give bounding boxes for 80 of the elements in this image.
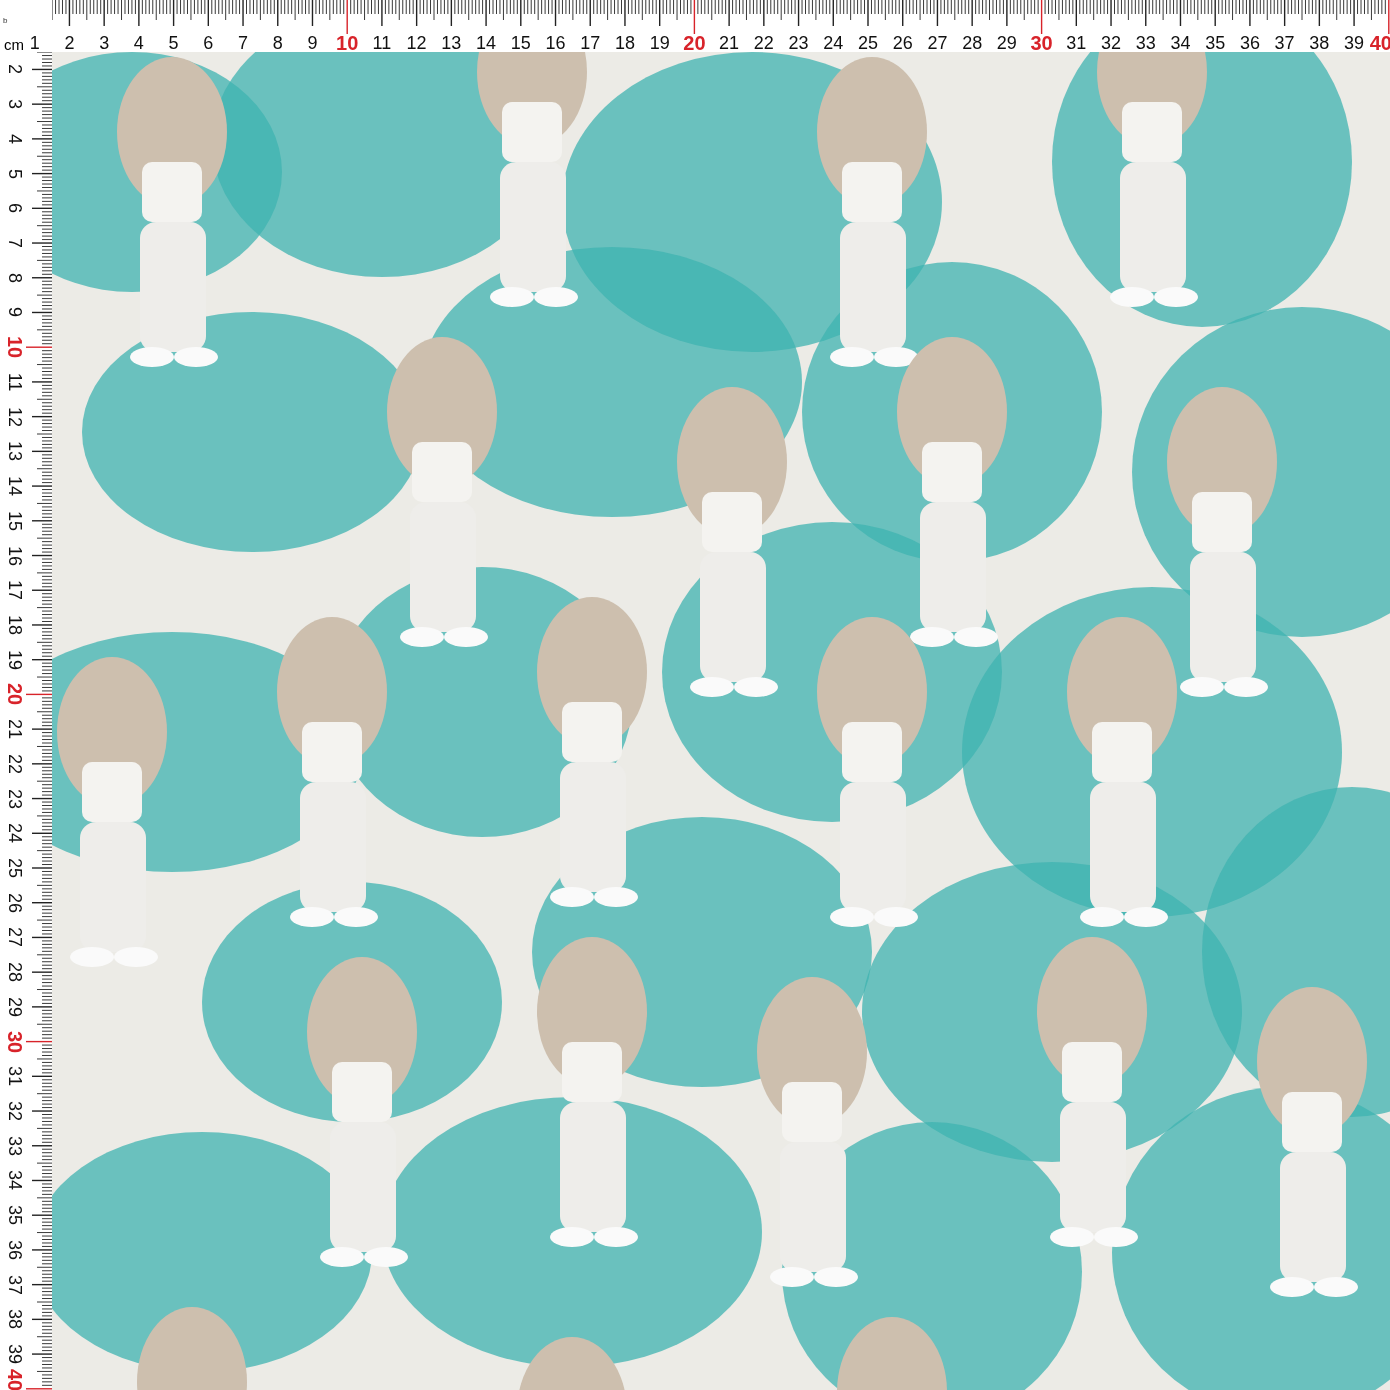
ruler-number: 36 — [6, 1238, 24, 1261]
ruler-number: 17 — [580, 34, 601, 52]
ruler-number: 29 — [6, 995, 24, 1018]
ruler-number: 22 — [753, 34, 774, 52]
ruler-number: 38 — [6, 1308, 24, 1331]
ruler-number: 20 — [683, 34, 706, 52]
ruler-number: 27 — [927, 34, 948, 52]
ruler-number: 13 — [441, 34, 462, 52]
ruler-number: 1 — [29, 34, 40, 52]
ruler-number: 9 — [6, 306, 24, 320]
ruler-number: 21 — [719, 34, 740, 52]
ruler-number: 3 — [6, 98, 24, 112]
ruler-number: 15 — [6, 509, 24, 532]
ruler-number: 4 — [6, 132, 24, 146]
ruler-number: 20 — [6, 683, 24, 706]
ruler-number: 19 — [649, 34, 670, 52]
ruler-number: 6 — [203, 34, 214, 52]
ruler-number: 38 — [1309, 34, 1330, 52]
ruler-number: 28 — [6, 961, 24, 984]
ruler-number: 23 — [788, 34, 809, 52]
ruler-number: 39 — [6, 1343, 24, 1366]
ruler-number: 40 — [6, 1368, 24, 1390]
ruler-number: 25 — [6, 857, 24, 879]
ruler-number: 26 — [6, 891, 24, 914]
ruler-number: 2 — [64, 34, 75, 52]
ruler-number: 24 — [823, 34, 844, 52]
ruler-number: 36 — [1239, 34, 1260, 52]
ruler-number: 14 — [6, 475, 24, 498]
ruler-number: 30 — [6, 1030, 24, 1053]
ruler-number: 12 — [6, 405, 24, 428]
ruler-number: 25 — [858, 34, 878, 52]
ruler-number: 21 — [6, 718, 24, 741]
ruler-number: 33 — [6, 1134, 24, 1157]
ruler-number: 18 — [614, 34, 635, 52]
ruler-number: 19 — [6, 648, 24, 671]
ruler-number: 27 — [6, 926, 24, 949]
ruler-number: 13 — [6, 440, 24, 463]
ruler-number: 23 — [6, 787, 24, 810]
ruler-number: 14 — [476, 34, 497, 52]
ruler-number: 33 — [1135, 34, 1156, 52]
ruler-number: 22 — [6, 752, 24, 775]
ruler-number: 7 — [6, 237, 24, 251]
ruler-number: 16 — [545, 34, 566, 52]
ruler-number: 18 — [6, 613, 24, 636]
ruler-number: 34 — [1170, 34, 1191, 52]
ruler-number: 30 — [1030, 34, 1053, 52]
ruler-number: 24 — [6, 822, 24, 845]
ruler-number: 15 — [510, 34, 531, 52]
ruler-number: 8 — [6, 271, 24, 285]
ruler-number: 7 — [238, 34, 249, 52]
ruler-number: 35 — [1205, 34, 1226, 52]
ruler-number: 37 — [1274, 34, 1295, 52]
ruler-number: 31 — [6, 1065, 24, 1088]
ruler-number: 37 — [6, 1273, 24, 1296]
ruler-number: 11 — [372, 34, 392, 52]
ruler-number: 35 — [6, 1204, 24, 1227]
ruler-number: 34 — [6, 1169, 24, 1192]
ruler-number: 4 — [133, 34, 144, 52]
ruler-number: 9 — [307, 34, 318, 52]
ruler-number: 10 — [6, 336, 24, 359]
ruler-number: 5 — [6, 167, 24, 181]
ruler-number: 8 — [272, 34, 283, 52]
unit-label: cm — [4, 37, 24, 52]
ruler-number: 3 — [99, 34, 110, 52]
ruler-number: 32 — [6, 1100, 24, 1123]
ruler-number: 6 — [6, 202, 24, 216]
ruler-number: 32 — [1101, 34, 1122, 52]
ruler-number: 17 — [6, 579, 24, 602]
ruler-number: 28 — [962, 34, 983, 52]
ruler-number: 11 — [6, 371, 24, 393]
ruler-number: 31 — [1066, 34, 1087, 52]
ruler-number: 29 — [996, 34, 1017, 52]
ruler-number: 2 — [6, 63, 24, 77]
ruler-number: 26 — [892, 34, 913, 52]
ruler-number: 5 — [168, 34, 179, 52]
ruler-number: 39 — [1344, 34, 1365, 52]
ruler-number: 12 — [406, 34, 427, 52]
ruler-number: 10 — [336, 34, 359, 52]
ruler-number: 16 — [6, 544, 24, 567]
ruler-mark: b — [3, 17, 8, 25]
